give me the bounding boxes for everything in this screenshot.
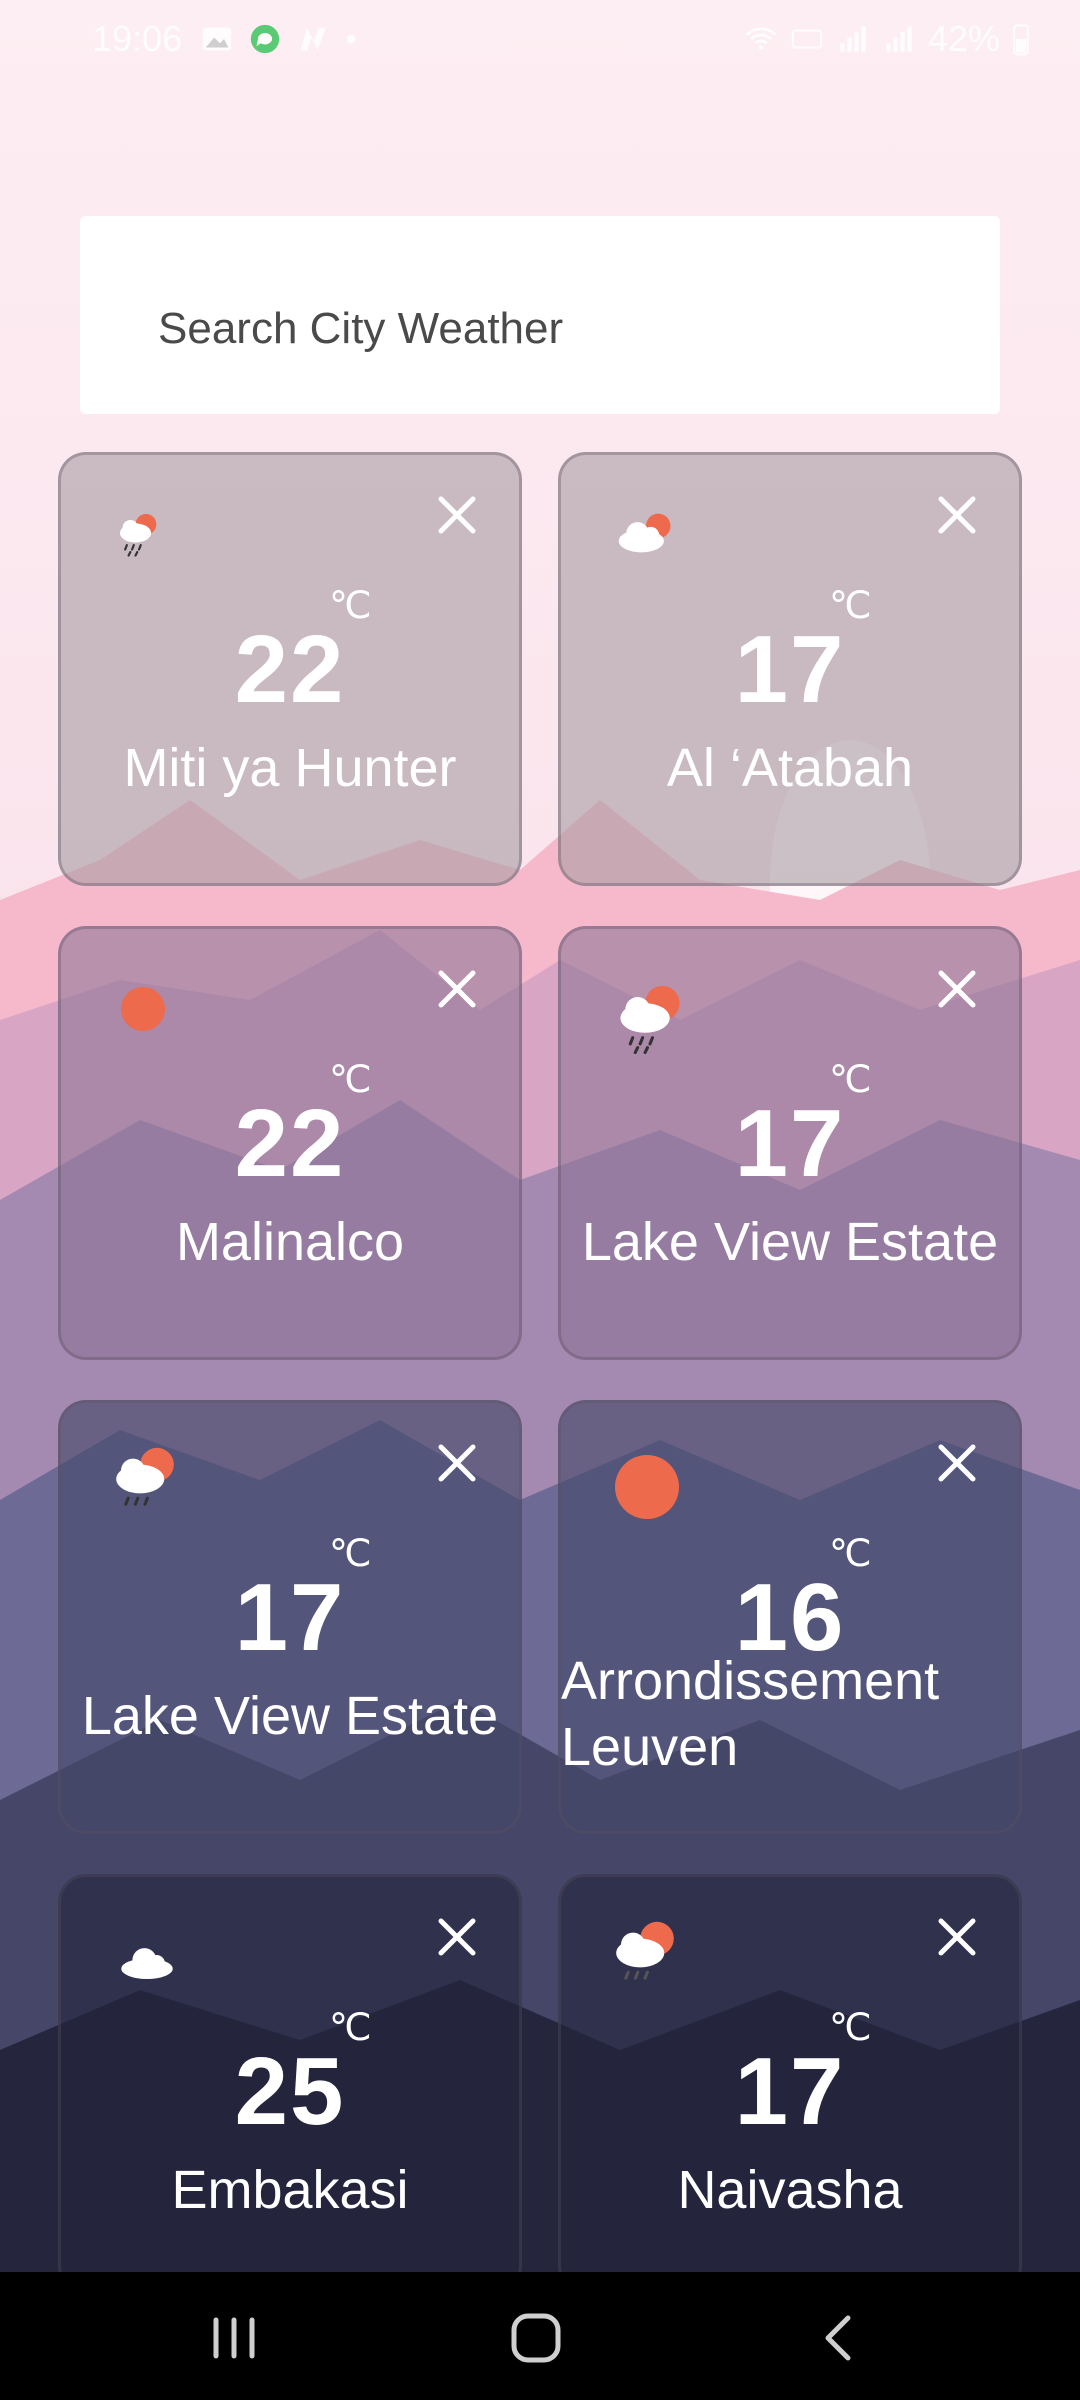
city-name: Arrondissement Leuven — [561, 1651, 940, 1777]
rain-sun-icon — [119, 513, 157, 557]
weather-card[interactable]: ℃ 16 Arrondissement Leuven — [558, 1400, 1022, 1834]
close-icon[interactable] — [435, 1441, 479, 1485]
signal-icon — [840, 26, 866, 52]
close-icon[interactable] — [435, 1915, 479, 1959]
back-icon[interactable] — [810, 2308, 870, 2368]
temperature: 22 — [234, 1090, 346, 1197]
dot-icon — [346, 34, 356, 44]
status-time: 19:06 — [92, 18, 183, 59]
system-icons: 42% — [744, 18, 1030, 60]
notification-icons — [200, 22, 358, 56]
rain-sun-icon — [620, 985, 680, 1055]
close-icon[interactable] — [935, 967, 979, 1011]
temperature: 22 — [234, 616, 346, 723]
battery-icon — [1013, 24, 1029, 56]
app-n-icon — [300, 27, 326, 51]
status-bar: 19:06 42% — [0, 0, 1080, 80]
weather-card[interactable]: ℃ 17 Al ‘Atabah — [558, 452, 1022, 886]
weather-card[interactable]: ℃ 17 Lake View Estate — [58, 1400, 522, 1834]
city-name: Miti ya Hunter — [123, 738, 457, 798]
temperature: 17 — [734, 2038, 846, 2145]
weather-card[interactable]: ℃ 25 Embakasi — [58, 1874, 522, 2294]
city-name: Malinalco — [175, 1212, 405, 1272]
rain-sun-icon — [116, 1447, 174, 1506]
battery-percent: 42% — [927, 18, 1000, 59]
city-name: Embakasi — [171, 2160, 409, 2220]
temperature: 17 — [734, 616, 846, 723]
city-name: Lake View Estate — [81, 1686, 499, 1746]
city-weather-grid: ℃ 22 Miti ya Hunter ℃ 17 Al ‘Atabah ℃ 22… — [58, 452, 1022, 2294]
close-icon[interactable] — [935, 1441, 979, 1485]
city-name: Lake View Estate — [581, 1212, 999, 1272]
weather-card[interactable]: ℃ 22 Miti ya Hunter — [58, 452, 522, 886]
signal-icon-2 — [886, 26, 912, 52]
close-icon[interactable] — [435, 967, 479, 1011]
sun-icon — [615, 1455, 679, 1519]
search-placeholder: Search City Weather — [158, 304, 564, 353]
close-icon[interactable] — [435, 493, 479, 537]
weather-card[interactable]: ℃ 22 Malinalco — [58, 926, 522, 1360]
sun-icon — [121, 987, 165, 1031]
weather-card[interactable]: ℃ 17 Lake View Estate — [558, 926, 1022, 1360]
gallery-icon — [202, 27, 232, 51]
weather-card[interactable]: ℃ 17 Naivasha — [558, 1874, 1022, 2294]
home-icon[interactable] — [506, 2308, 566, 2368]
recent-apps-icon[interactable] — [204, 2308, 264, 2368]
city-name: Al ‘Atabah — [666, 738, 914, 798]
temperature: 25 — [234, 2038, 346, 2145]
temperature: 17 — [234, 1564, 346, 1671]
messages-icon — [250, 24, 280, 54]
city-name: Naivasha — [677, 2160, 903, 2220]
close-icon[interactable] — [935, 493, 979, 537]
temperature: 17 — [734, 1090, 846, 1197]
wifi-icon — [745, 27, 777, 50]
cloud-icon — [121, 1948, 173, 1979]
close-icon[interactable] — [935, 1915, 979, 1959]
volte-icon — [791, 29, 823, 49]
cloud-sun-icon — [618, 513, 671, 553]
rain-sun-icon — [616, 1921, 674, 1980]
system-navigation-bar — [0, 2272, 1080, 2400]
search-input[interactable]: Search City Weather — [80, 216, 1000, 414]
